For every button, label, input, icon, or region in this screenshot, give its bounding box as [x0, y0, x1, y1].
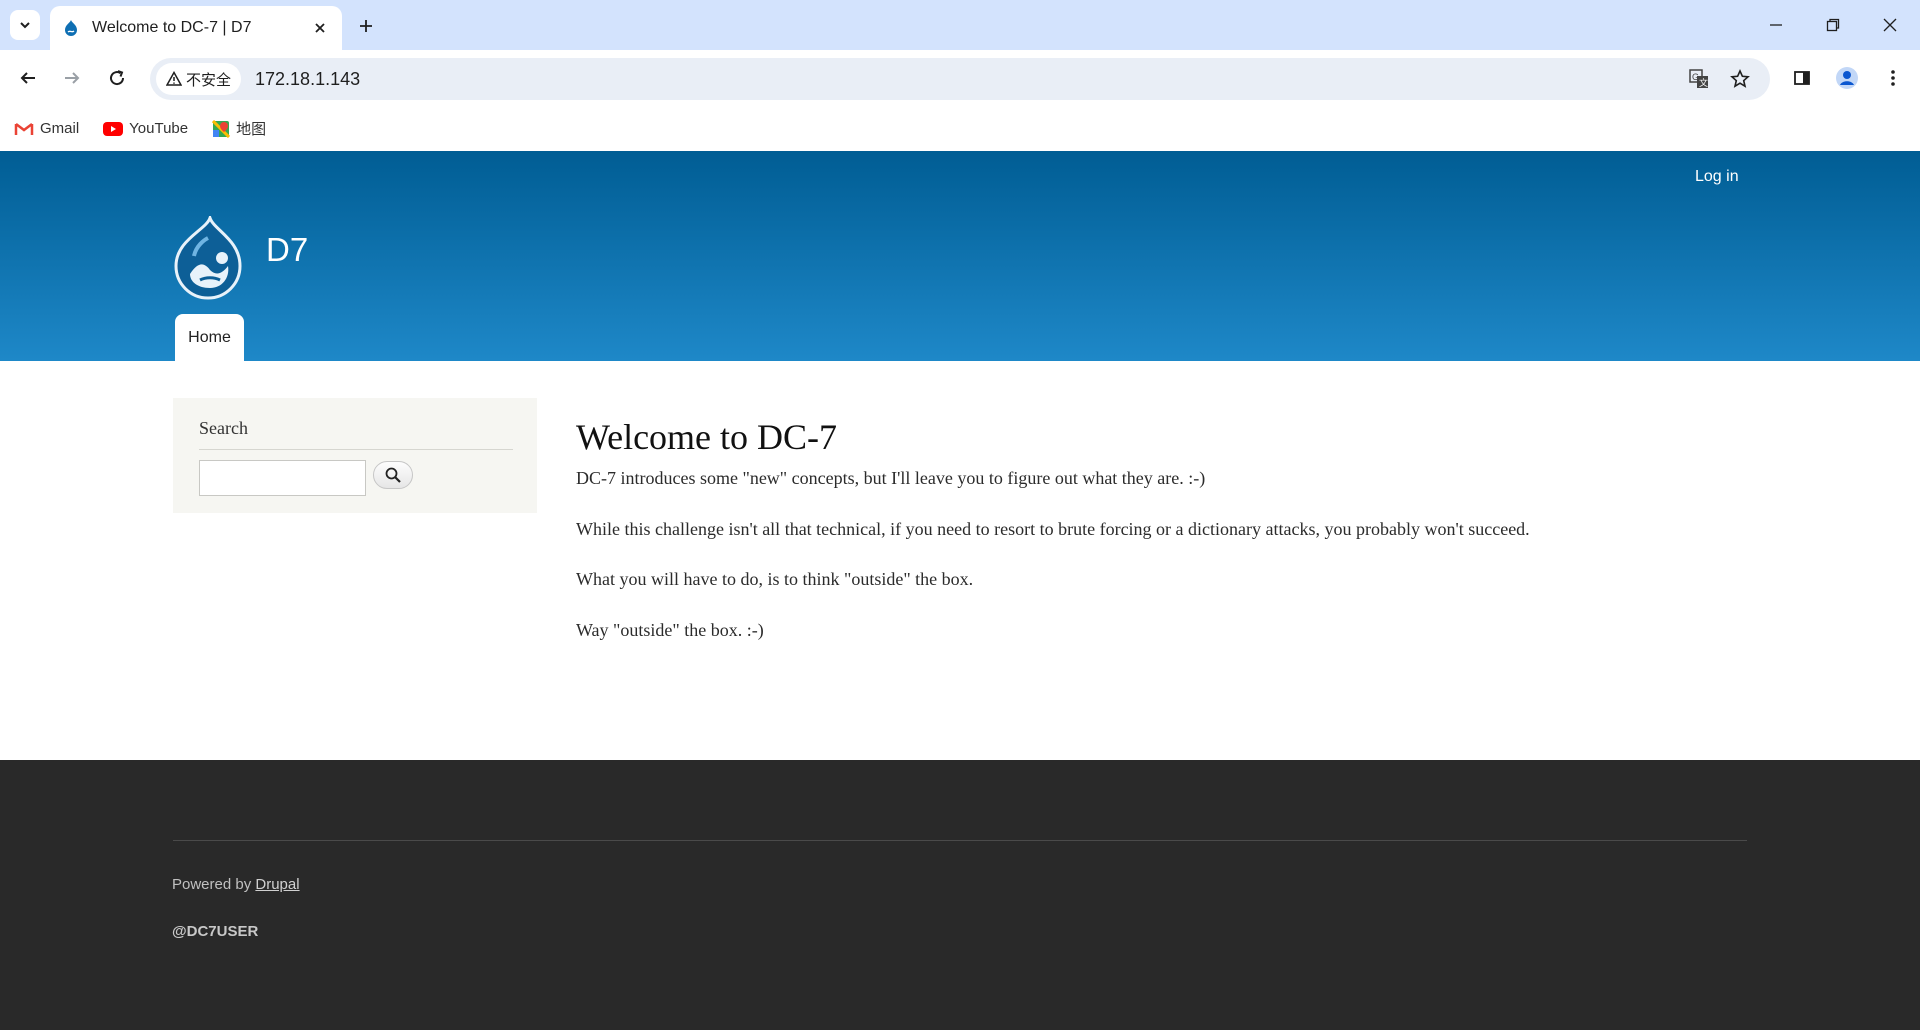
profile-button[interactable]	[1831, 62, 1863, 94]
reload-button[interactable]	[101, 62, 133, 94]
search-input[interactable]	[199, 460, 366, 496]
search-button[interactable]	[373, 461, 413, 489]
close-window-button[interactable]	[1870, 10, 1910, 40]
powered-by-text: Powered by	[172, 876, 252, 893]
side-panel-icon	[1794, 71, 1810, 85]
search-block: Search	[173, 398, 537, 513]
bookmarks-bar: Gmail YouTube 地图	[0, 106, 1920, 151]
restore-button[interactable]	[1813, 10, 1853, 40]
restore-icon	[1826, 18, 1840, 32]
page-title: Welcome to DC-7	[576, 417, 838, 457]
login-link[interactable]: Log in	[1695, 168, 1739, 186]
reload-icon	[110, 70, 125, 86]
drupal-logo-icon[interactable]	[170, 216, 246, 300]
maps-icon	[212, 119, 231, 138]
security-indicator[interactable]: 不安全	[156, 63, 242, 95]
bookmark-star-button[interactable]	[1725, 64, 1755, 94]
search-icon	[385, 467, 401, 483]
site-name[interactable]: D7	[266, 231, 308, 269]
main-content: Welcome to DC-7 DC-7 introduces some "ne…	[576, 410, 1776, 642]
minimize-button[interactable]	[1756, 10, 1796, 40]
more-vertical-icon	[1891, 70, 1895, 86]
translate-icon: G文	[1689, 69, 1708, 89]
svg-text:文: 文	[1699, 77, 1708, 89]
powered-by: Powered by Drupal	[172, 876, 300, 893]
content-paragraph: Way "outside" the box. :-)	[576, 620, 764, 640]
nav-tab-home[interactable]: Home	[175, 314, 244, 361]
arrow-left-icon	[20, 72, 35, 84]
content-paragraph: DC-7 introduces some "new" concepts, but…	[576, 468, 1206, 488]
star-icon	[1730, 69, 1750, 88]
footer-divider	[173, 840, 1747, 841]
browser-menu-button[interactable]	[1877, 62, 1909, 94]
browser-tabstrip: Welcome to DC-7 | D7	[0, 0, 1920, 50]
new-tab-button[interactable]	[352, 12, 380, 40]
forward-button[interactable]	[56, 62, 88, 94]
minimize-icon	[1770, 24, 1782, 26]
tab-close-button[interactable]	[310, 18, 330, 38]
arrow-right-icon	[65, 72, 80, 84]
back-button[interactable]	[12, 62, 44, 94]
bookmark-label: 地图	[236, 121, 267, 138]
content-paragraph: While this challenge isn't all that tech…	[576, 519, 1530, 539]
translate-button[interactable]: G文	[1684, 64, 1714, 94]
site-footer: Powered by Drupal @DC7USER	[0, 760, 1920, 1030]
browser-tab-active[interactable]: Welcome to DC-7 | D7	[50, 6, 342, 50]
browser-toolbar: 不安全 172.18.1.143 G文	[0, 50, 1920, 106]
site-header: Log in D7 Home	[0, 151, 1920, 361]
nav-tab-label: Home	[188, 328, 231, 346]
plus-icon	[360, 20, 372, 32]
bookmark-youtube[interactable]: YouTube	[103, 120, 188, 137]
avatar-icon	[1836, 67, 1858, 89]
bookmark-label: YouTube	[129, 120, 189, 137]
url-text[interactable]: 172.18.1.143	[255, 69, 360, 90]
address-bar[interactable]: 不安全 172.18.1.143 G文	[150, 58, 1770, 100]
content-paragraph: What you will have to do, is to think "o…	[576, 569, 974, 589]
tab-search-button[interactable]	[10, 10, 40, 40]
gmail-icon	[14, 122, 34, 135]
svg-text:G: G	[1692, 72, 1699, 82]
tab-title: Welcome to DC-7 | D7	[92, 19, 252, 36]
security-label: 不安全	[186, 71, 232, 89]
side-panel-button[interactable]	[1786, 62, 1818, 94]
drupal-link[interactable]: Drupal	[255, 876, 299, 893]
youtube-icon	[103, 121, 124, 136]
warning-icon	[166, 71, 182, 86]
close-icon	[315, 23, 325, 33]
bookmark-gmail[interactable]: Gmail	[14, 120, 79, 137]
bookmark-label: Gmail	[40, 120, 80, 137]
bookmark-maps[interactable]: 地图	[212, 118, 266, 139]
search-block-title: Search	[199, 418, 513, 450]
drupal-favicon-icon	[65, 20, 77, 36]
footer-handle: @DC7USER	[172, 923, 259, 940]
close-icon	[1883, 18, 1897, 32]
chevron-down-icon	[20, 22, 30, 29]
